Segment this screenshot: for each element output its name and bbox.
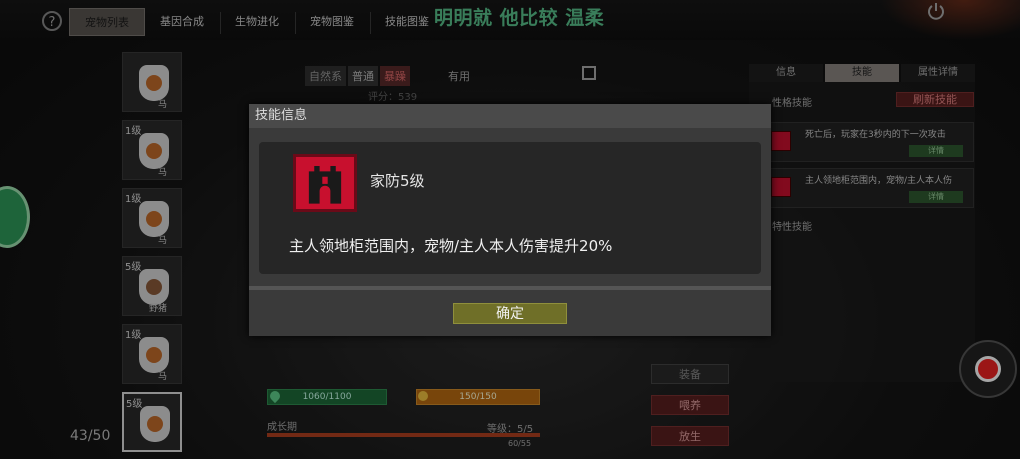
confirm-button[interactable]: 确定 bbox=[453, 303, 567, 324]
dialog-title: 技能信息 bbox=[249, 104, 771, 128]
skill-name: 家防5级 bbox=[370, 172, 425, 190]
dialog-divider bbox=[249, 286, 771, 290]
skill-info-dialog: 技能信息 家防5级 主人领地柜范围内，宠物/主人本人伤害提升20% 确定 bbox=[249, 104, 771, 336]
castle-icon bbox=[293, 154, 357, 212]
skill-description: 主人领地柜范围内，宠物/主人本人伤害提升20% bbox=[289, 237, 613, 255]
